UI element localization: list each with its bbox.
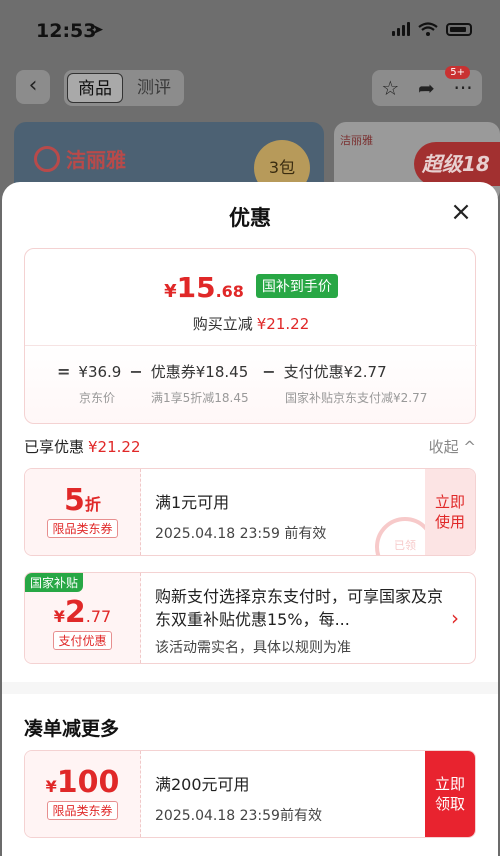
location-icon: ➤ [92,22,104,38]
reduce-value: ¥21.22 [256,315,310,333]
coupon-amount: 100 [56,765,120,800]
tab-switcher: 商品 测评 [64,70,184,106]
tab-review[interactable]: 测评 [127,73,181,103]
star-icon[interactable]: ☆ [381,76,399,100]
brand-name-small: 洁丽雅 [340,134,373,147]
price-currency: ¥ [164,281,177,302]
chevron-left-icon: ‹ [28,73,38,98]
claim-now-line2: 领取 [434,795,465,813]
wifi-icon [418,22,438,36]
coupon-rate-unit: 折 [84,495,101,514]
coupon-value-panel: ¥100 限品类东券 [25,751,141,837]
coupon-rate: 5 [64,483,85,518]
equals-sign: = [57,362,71,381]
collapse-toggle[interactable]: 收起 ^ [429,436,476,457]
divider [25,345,477,346]
message-badge: 5+ [445,66,470,79]
use-now-line1: 立即 [434,493,465,511]
coupon-currency: ¥ [45,777,57,796]
payment-discount-note: 国家补贴京东支付减¥2.77 [285,391,428,405]
brand-mark-icon [34,145,60,172]
coupon-discount-note: 满1享5折减18.45 [151,391,249,405]
nav-actions: ☆ ➦ ··· 5+ [372,66,482,106]
close-icon: × [450,197,472,227]
enjoyed-discount: 已享优惠 ¥21.22 [24,436,141,457]
gov-subsidy-tag: 国补到手价 [255,274,338,298]
price-integer: 15 [176,271,216,304]
jd-price: ¥36.9 [78,363,122,381]
use-now-line2: 使用 [434,513,465,531]
coupon-card-discount: 5折 限品类东券 满1元可用 2025.04.18 23:59 前有效 已领 立… [24,468,476,556]
back-button[interactable]: ‹ [16,70,50,104]
status-bar: 12:53 ➤ [0,0,500,60]
more-icon[interactable]: ··· [454,76,473,100]
jd-price-label: 京东价 [79,391,116,405]
share-icon[interactable]: ➦ [418,76,435,100]
coupon-note: 该活动需实名，具体以规则为准 [155,640,351,656]
coupon-card-claim: ¥100 限品类东券 满200元可用 2025.04.18 23:59前有效 立… [24,750,476,838]
enjoyed-value: ¥21.22 [88,438,141,456]
super-banner-text: 超级18 [414,142,500,186]
coupon-card-gov-subsidy[interactable]: ¥2.77 支付优惠 国家补贴 购新支付选择京东支付时，可享国家及京东双重补贴优… [24,572,476,664]
claim-now-button[interactable]: 立即 领取 [425,751,475,837]
coupon-amount-decimal: .77 [85,607,112,626]
coupon-description: 购新支付选择京东支付时，可享国家及京东双重补贴优惠15%，每... [155,587,444,629]
brand-logo: 洁丽雅 [34,144,126,173]
status-icons [392,22,472,36]
gov-subsidy-corner-tag: 国家补贴 [25,573,84,592]
section-title-more-discounts: 凑单减更多 [24,718,120,740]
price-decimal: .68 [215,282,244,301]
coupon-type-tag: 限品类东券 [47,519,118,538]
price-calculation: = ¥36.9 − 优惠券¥18.45 − 支付优惠¥2.77 [57,361,387,382]
reduce-line: 购买立减 ¥21.22 [25,313,477,334]
sheet-title: 优惠 [229,206,271,230]
coupon-value-panel: 5折 限品类东券 [25,469,141,555]
minus-sign: − [129,362,143,381]
nav-bar: ‹ 商品 测评 ☆ ➦ ··· 5+ [0,66,500,108]
status-time: 12:53 [36,20,97,42]
payment-discount: 支付优惠¥2.77 [283,363,387,381]
chevron-right-icon: › [451,606,459,630]
brand-name: 洁丽雅 [66,148,126,172]
minus-sign: − [262,362,276,381]
battery-icon [446,22,472,36]
claim-now-line1: 立即 [434,775,465,793]
coupon-currency: ¥ [53,607,65,626]
price-summary-card: ¥ 15 .68 国补到手价 购买立减 ¥21.22 = ¥36.9 − 优惠券¥… [24,248,477,424]
final-price: ¥ 15 .68 国补到手价 [25,271,477,304]
close-button[interactable]: × [448,197,474,227]
coupon-discount: 优惠券¥18.45 [150,363,249,381]
use-now-button[interactable]: 立即 使用 [425,469,475,555]
coupon-amount: 2 [64,595,86,630]
coupon-info: 购新支付选择京东支付时，可享国家及京东双重补贴优惠15%，每... 该活动需实名… [155,573,443,663]
discount-sheet: 优惠 × ¥ 15 .68 国补到手价 购买立减 ¥21.22 = ¥36.9 −… [2,182,498,856]
coupon-type-tag: 限品类东券 [47,801,118,820]
reduce-label: 购买立减 [192,315,253,333]
section-separator [2,682,498,694]
tab-product[interactable]: 商品 [67,73,123,103]
coupon-type-tag: 支付优惠 [53,631,112,650]
enjoyed-label: 已享优惠 [24,438,85,456]
signal-icon [392,22,410,36]
